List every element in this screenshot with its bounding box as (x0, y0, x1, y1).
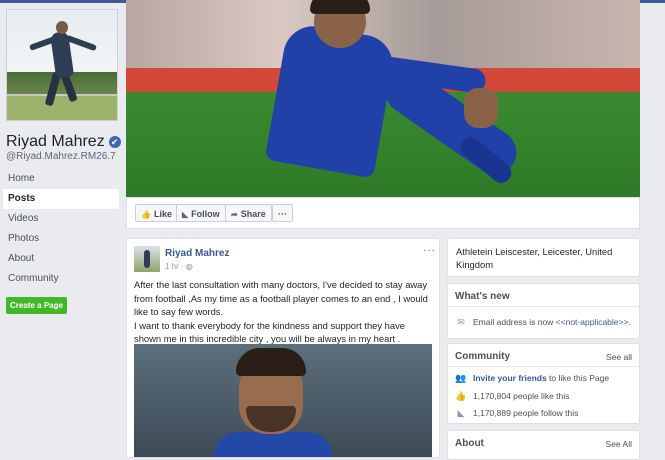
post-author-name[interactable]: Riyad Mahrez (165, 248, 229, 259)
likes-count: 1,170,804 people like this (473, 391, 570, 401)
page-title-text: Riyad Mahrez (6, 133, 105, 150)
post-timestamp[interactable]: 1 hr · ◍ (165, 262, 193, 271)
verified-badge-icon: ✔ (108, 136, 121, 148)
invite-friends-row: 👥 Invite your friends to like this Page (455, 373, 609, 384)
post-card: Riyad Mahrez 1 hr · ◍ ··· After the last… (126, 238, 440, 458)
about-see-all-link[interactable]: See All (606, 439, 632, 449)
follow-label: Follow (191, 209, 220, 219)
nav-item-photos[interactable]: Photos (3, 229, 119, 249)
email-value-link[interactable]: <<not-applicable>> (556, 317, 629, 327)
profile-picture-grass (7, 96, 117, 120)
like-button[interactable]: 👍 Like (135, 204, 178, 222)
thumbs-up-icon: 👍 (141, 210, 151, 219)
create-page-button[interactable]: Create a Page (6, 297, 67, 314)
share-button[interactable]: ➦ Share (225, 204, 272, 222)
follow-button[interactable]: ◣ Follow (176, 204, 226, 222)
rss-icon: ◣ (457, 408, 465, 418)
share-label: Share (240, 209, 266, 219)
nav-item-about[interactable]: About (3, 249, 119, 269)
like-label: Like (153, 209, 172, 219)
more-options-button[interactable]: ··· (272, 204, 293, 222)
likes-row: 👍 1,170,804 people like this (455, 391, 569, 402)
post-author-avatar[interactable] (134, 246, 160, 272)
about-card: About See All (447, 430, 640, 460)
nav-item-community[interactable]: Community (3, 269, 119, 289)
community-see-all-link[interactable]: See all (606, 352, 632, 362)
page-handle: @Riyad.Mahrez.RM26.7 (6, 151, 116, 162)
envelope-icon: ✉ (457, 317, 465, 327)
whats-new-title: What's new (455, 291, 510, 302)
nav-item-posts[interactable]: Posts (3, 189, 119, 209)
post-time-text: 1 hr · (165, 262, 186, 271)
email-update-row: ✉ Email address is now <<not-applicable>>… (455, 317, 631, 328)
post-paragraph: I want to thank everybody for the kindne… (134, 319, 406, 345)
email-update-text: Email address is now (473, 317, 556, 327)
page-title[interactable]: Riyad Mahrez ✔ (6, 133, 121, 151)
post-options-button[interactable]: ··· (423, 245, 436, 256)
page-navigation: Home Posts Videos Photos About Community (3, 169, 119, 289)
whats-new-card: What's new ✉ Email address is now <<not-a… (447, 283, 640, 339)
post-body: After the last consultation with many do… (134, 278, 434, 346)
cover-player-hair (310, 0, 370, 14)
community-card: Community See all 👥 Invite your friends t… (447, 343, 640, 424)
address-card: Athletein Leiscester, Leicester, United … (447, 238, 640, 277)
post-photo-hair (236, 348, 306, 376)
about-title: About (455, 438, 484, 449)
people-icon: 👥 (455, 373, 467, 383)
cover-player-hands (464, 88, 498, 128)
cover-photo[interactable] (126, 0, 640, 197)
page-action-bar: 👍 Like ◣ Follow ➦ Share ··· (126, 197, 640, 229)
follows-count: 1,170,889 people follow this (473, 408, 579, 418)
divider (448, 306, 639, 307)
profile-picture[interactable] (6, 9, 118, 121)
divider (448, 366, 639, 367)
invite-friends-text: to like this Page (546, 373, 610, 383)
community-title: Community (455, 351, 510, 362)
email-update-end: . (628, 317, 631, 327)
nav-item-videos[interactable]: Videos (3, 209, 119, 229)
share-arrow-icon: ➦ (231, 210, 238, 219)
profile-player-head (56, 21, 68, 34)
rss-icon: ◣ (182, 210, 189, 219)
nav-item-home[interactable]: Home (3, 169, 119, 189)
globe-icon: ◍ (185, 262, 193, 271)
page-address: Athletein Leiscester, Leicester, United … (456, 246, 613, 270)
invite-friends-link[interactable]: Invite your friends (473, 373, 547, 383)
post-photo-shirt (214, 432, 332, 457)
thumbs-up-icon: 👍 (455, 391, 467, 401)
post-paragraph: After the last consultation with many do… (134, 279, 428, 317)
post-photo[interactable] (134, 344, 432, 457)
follows-row: ◣ 1,170,889 people follow this (455, 408, 579, 419)
